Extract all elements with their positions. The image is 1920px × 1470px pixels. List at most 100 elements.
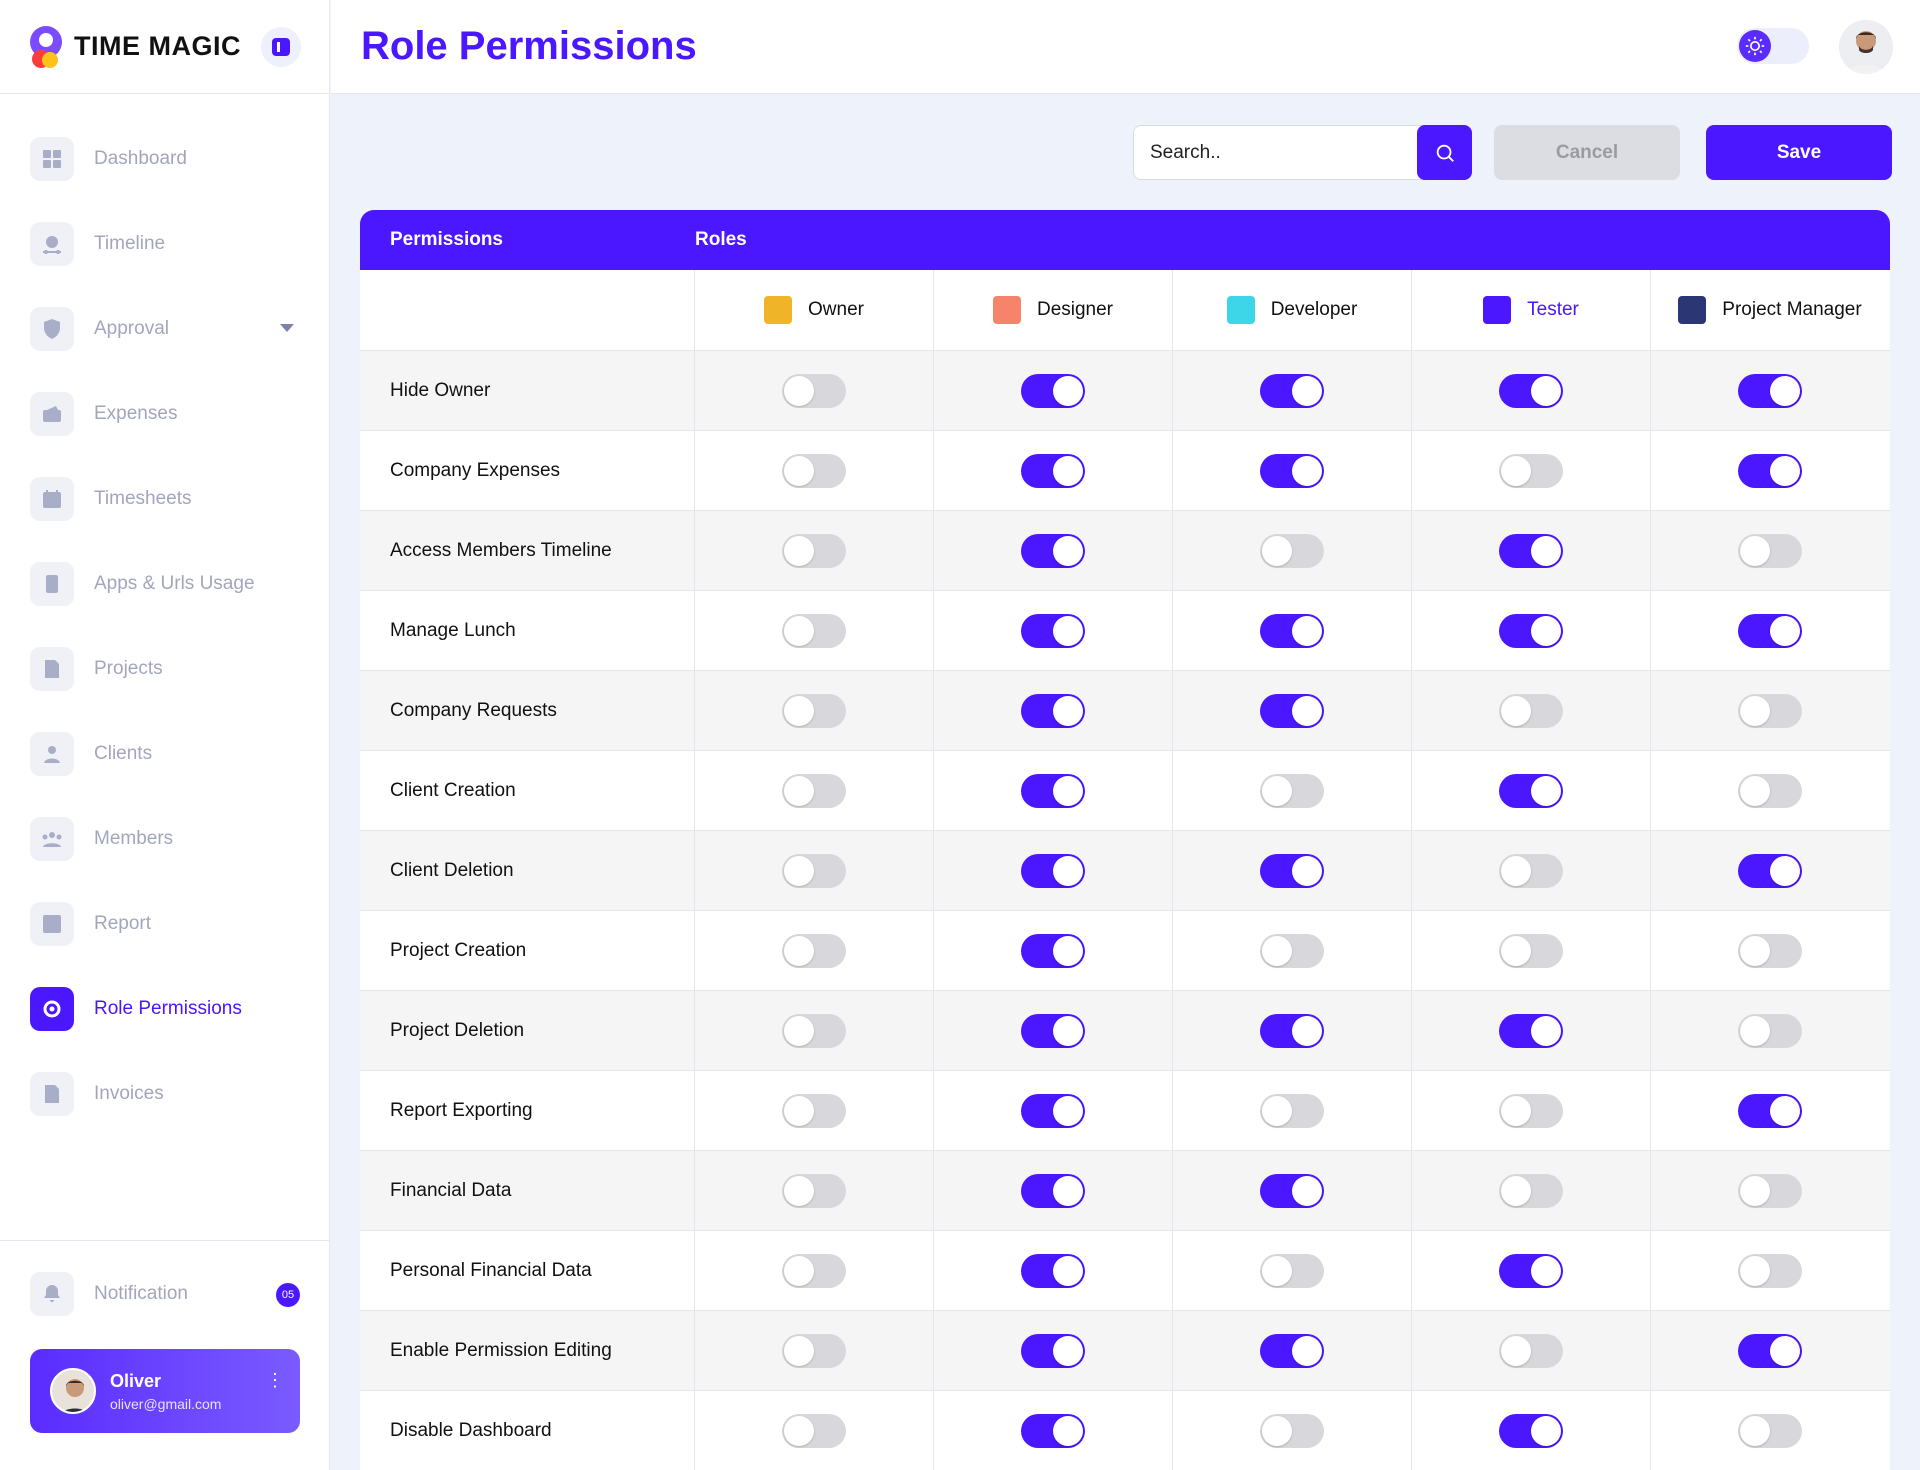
permission-toggle[interactable] [1738,453,1802,488]
permission-toggle[interactable] [1738,1413,1802,1448]
search-button[interactable] [1417,125,1472,180]
permission-toggle[interactable] [1738,1093,1802,1128]
permission-toggle[interactable] [1021,373,1085,408]
permission-toggle[interactable] [1260,773,1324,808]
permission-toggle[interactable] [782,1093,846,1128]
permission-toggle[interactable] [1499,693,1563,728]
permission-toggle[interactable] [1260,1413,1324,1448]
sidebar-item-role-permissions[interactable]: Role Permissions [0,966,329,1051]
toggle-knob [784,695,814,726]
sidebar-item-apps-urls-usage[interactable]: Apps & Urls Usage [0,541,329,626]
permission-toggle[interactable] [1021,773,1085,808]
more-vertical-icon[interactable]: ⋮ [266,1371,284,1389]
sidebar-item-expenses[interactable]: Expenses [0,371,329,456]
permission-toggle[interactable] [1021,933,1085,968]
sidebar-item-invoices[interactable]: Invoices [0,1051,329,1136]
toggle-knob [1501,695,1531,726]
permission-toggle[interactable] [1499,373,1563,408]
permission-toggle[interactable] [1260,1093,1324,1128]
permission-toggle[interactable] [1021,533,1085,568]
permission-toggle[interactable] [1260,1333,1324,1368]
permission-toggle[interactable] [1021,693,1085,728]
permission-toggle[interactable] [1260,533,1324,568]
permission-toggle[interactable] [1021,613,1085,648]
sidebar-item-report[interactable]: Report [0,881,329,966]
permission-toggle[interactable] [782,613,846,648]
sidebar-item-approval[interactable]: Approval [0,286,329,371]
permission-toggle[interactable] [1738,1253,1802,1288]
permission-toggle[interactable] [782,853,846,888]
sidebar-item-dashboard[interactable]: Dashboard [0,116,329,201]
toggle-knob [1740,695,1770,726]
permission-toggle[interactable] [1021,1173,1085,1208]
user-card[interactable]: Oliver oliver@gmail.com ⋮ [30,1349,300,1433]
permission-toggle[interactable] [1499,1093,1563,1128]
permission-toggle[interactable] [1260,933,1324,968]
permission-toggle[interactable] [1499,1173,1563,1208]
permission-cell [934,431,1173,510]
permission-toggle[interactable] [782,533,846,568]
permission-toggle[interactable] [1738,533,1802,568]
search-input[interactable] [1134,126,1414,179]
permission-toggle[interactable] [1738,1173,1802,1208]
permission-toggle[interactable] [782,1013,846,1048]
sidebar-item-clients[interactable]: Clients [0,711,329,796]
permission-toggle[interactable] [1260,1253,1324,1288]
permission-toggle[interactable] [1738,693,1802,728]
permission-toggle[interactable] [1738,853,1802,888]
permission-toggle[interactable] [1021,1013,1085,1048]
permission-toggle[interactable] [782,1173,846,1208]
permission-toggle[interactable] [1260,1173,1324,1208]
permission-toggle[interactable] [1738,613,1802,648]
sidebar-item-timesheets[interactable]: Timesheets [0,456,329,541]
permission-toggle[interactable] [1738,1013,1802,1048]
header-avatar[interactable] [1839,20,1893,74]
permission-toggle[interactable] [1499,933,1563,968]
permission-toggle[interactable] [1499,1253,1563,1288]
permission-toggle[interactable] [782,693,846,728]
permission-toggle[interactable] [1260,613,1324,648]
permission-toggle[interactable] [1260,453,1324,488]
cancel-button[interactable]: Cancel [1494,125,1680,180]
permission-toggle[interactable] [1499,1013,1563,1048]
permission-toggle[interactable] [782,373,846,408]
theme-toggle[interactable] [1737,28,1809,64]
permission-toggle[interactable] [1499,773,1563,808]
permission-toggle[interactable] [1499,453,1563,488]
sidebar-item-projects[interactable]: Projects [0,626,329,711]
permission-toggle[interactable] [782,1333,846,1368]
permission-toggle[interactable] [782,1253,846,1288]
permission-toggle[interactable] [782,453,846,488]
sidebar-item-members[interactable]: Members [0,796,329,881]
permission-toggle[interactable] [1260,693,1324,728]
permission-toggle[interactable] [1499,533,1563,568]
sidebar-item-label: Timesheets [94,487,192,509]
permission-toggle[interactable] [1260,373,1324,408]
permission-cell [1412,431,1651,510]
sidebar-item-timeline[interactable]: Timeline [0,201,329,286]
permission-toggle[interactable] [782,1413,846,1448]
permission-toggle[interactable] [1021,1253,1085,1288]
permission-toggle[interactable] [1499,1333,1563,1368]
chevron-down-icon[interactable] [280,324,294,332]
permission-toggle[interactable] [782,773,846,808]
permission-toggle[interactable] [1021,1413,1085,1448]
permission-toggle[interactable] [1021,853,1085,888]
permission-toggle[interactable] [1738,373,1802,408]
permission-toggle[interactable] [1021,1093,1085,1128]
collapse-sidebar-button[interactable] [261,26,301,67]
permission-toggle[interactable] [782,933,846,968]
permission-toggle[interactable] [1499,853,1563,888]
permission-toggle[interactable] [1499,1413,1563,1448]
permission-toggle[interactable] [1260,853,1324,888]
permission-toggle[interactable] [1260,1013,1324,1048]
permission-toggle[interactable] [1738,773,1802,808]
permission-toggle[interactable] [1738,933,1802,968]
permission-toggle[interactable] [1021,453,1085,488]
permission-toggle[interactable] [1499,613,1563,648]
permissions-column-header: Permissions [390,229,503,250]
permission-cell [1173,831,1412,910]
permission-toggle[interactable] [1021,1333,1085,1368]
permission-toggle[interactable] [1738,1333,1802,1368]
save-button[interactable]: Save [1706,125,1892,180]
